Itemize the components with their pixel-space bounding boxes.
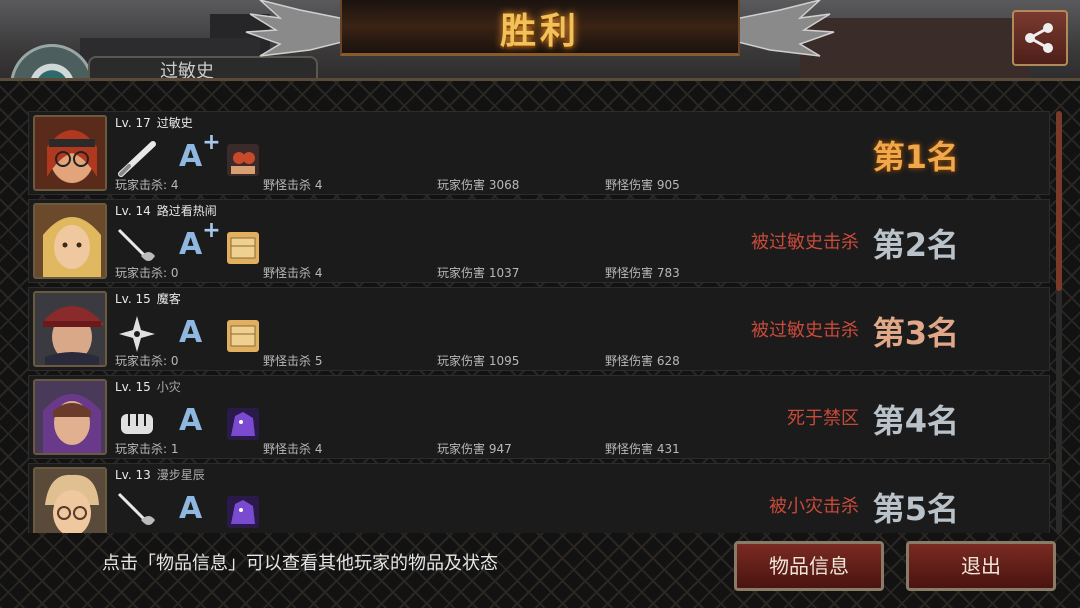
pet-goggles-icon (227, 144, 259, 176)
player-level: Lv. 13 漫步星辰 (115, 468, 205, 482)
player-rank: 第2名 (872, 226, 959, 264)
death-result: 被过敏史击杀 (751, 232, 859, 253)
player-row[interactable]: Lv. 15 魔客 A 玩家击杀: 0 野怪击杀 5 玩家伤害 1095 野怪伤害… (28, 287, 1050, 371)
pet-purple-icon (227, 408, 259, 440)
player-row[interactable]: Lv. 17 过敏史 A+ 玩家击杀: 4 野怪击杀 4 玩家伤害 3068 野怪… (28, 111, 1050, 195)
pet-box-icon (227, 232, 259, 264)
player-grade: A (179, 315, 203, 350)
monster-damage: 野怪伤害 628 (605, 354, 680, 368)
player-name: 魔客 (156, 292, 181, 306)
player-name: 过敏史 (156, 116, 193, 130)
results-panel: Lv. 17 过敏史 A+ 玩家击杀: 4 野怪击杀 4 玩家伤害 3068 野怪… (0, 78, 1080, 608)
scroll-thumb[interactable] (1056, 111, 1062, 291)
player-avatar (33, 203, 107, 279)
ranking-list[interactable]: Lv. 17 过敏史 A+ 玩家击杀: 4 野怪击杀 4 玩家伤害 3068 野怪… (28, 111, 1050, 533)
exit-button[interactable]: 退出 (906, 541, 1056, 591)
page-title: 胜利 (499, 11, 580, 52)
player-rank: 第4名 (872, 402, 959, 440)
monster-kills: 野怪击杀 5 (263, 354, 323, 368)
player-avatar (33, 379, 107, 455)
death-result: 被小灾击杀 (769, 496, 859, 517)
player-kills: 玩家击杀: 0 (115, 354, 179, 368)
player-avatar (33, 291, 107, 367)
monster-damage: 野怪伤害 783 (605, 266, 680, 280)
title-banner: 胜利 (340, 0, 740, 56)
shuriken-icon (119, 316, 155, 352)
death-result: 被过敏史击杀 (751, 320, 859, 341)
player-kills: 玩家击杀: 1 (115, 442, 179, 456)
player-damage: 玩家伤害 1037 (437, 266, 520, 280)
player-kills: 玩家击杀: 4 (115, 178, 179, 192)
player-grade: A+ (179, 130, 221, 174)
player-level: Lv. 17 过敏史 (115, 116, 193, 130)
player-avatar (33, 115, 107, 191)
player-level: Lv. 15 魔客 (115, 292, 181, 306)
player-grade: A+ (179, 218, 221, 262)
player-damage: 玩家伤害 3068 (437, 178, 520, 192)
pet-purple-icon (227, 496, 259, 528)
player-name: 路过看热闹 (156, 204, 217, 218)
monster-kills: 野怪击杀 4 (263, 178, 323, 192)
rapier-icon (117, 492, 155, 526)
gun-wing-right-icon (730, 0, 835, 57)
player-row[interactable]: Lv. 14 路过看热闹 A+ 玩家击杀: 0 野怪击杀 4 玩家伤害 1037 … (28, 199, 1050, 283)
player-name: 小灾 (156, 380, 181, 394)
share-icon (1025, 23, 1053, 53)
death-result: 死于禁区 (787, 408, 859, 429)
player-rank: 第5名 (872, 490, 959, 528)
player-kills: 玩家击杀: 0 (115, 266, 179, 280)
player-damage: 玩家伤害 947 (437, 442, 512, 456)
player-row[interactable]: Lv. 13 漫步星辰 A 被小灾击杀 第5名 (28, 463, 1050, 533)
player-level: Lv. 15 小灾 (115, 380, 181, 394)
monster-damage: 野怪伤害 431 (605, 442, 680, 456)
player-rank: 第1名 (872, 138, 959, 176)
monster-kills: 野怪击杀 4 (263, 266, 323, 280)
rapier-icon (117, 228, 155, 262)
list-scrollbar[interactable] (1056, 111, 1062, 533)
player-grade: A (179, 491, 203, 526)
share-button[interactable] (1012, 10, 1068, 66)
player-rank: 第3名 (872, 314, 959, 352)
hint-text: 点击「物品信息」可以查看其他玩家的物品及状态 (102, 553, 498, 574)
gun-wing-left-icon (245, 0, 350, 57)
player-level: Lv. 14 路过看热闹 (115, 204, 217, 218)
monster-damage: 野怪伤害 905 (605, 178, 680, 192)
player-row[interactable]: Lv. 15 小灾 A 玩家击杀: 1 野怪击杀 4 玩家伤害 947 野怪伤害 … (28, 375, 1050, 459)
fist-icon (121, 414, 153, 434)
bat-icon (118, 141, 156, 177)
player-damage: 玩家伤害 1095 (437, 354, 520, 368)
player-grade: A (179, 403, 203, 438)
item-info-button[interactable]: 物品信息 (734, 541, 884, 591)
player-name: 漫步星辰 (156, 468, 205, 482)
player-avatar (33, 467, 107, 533)
pet-box-icon (227, 320, 259, 352)
monster-kills: 野怪击杀 4 (263, 442, 323, 456)
